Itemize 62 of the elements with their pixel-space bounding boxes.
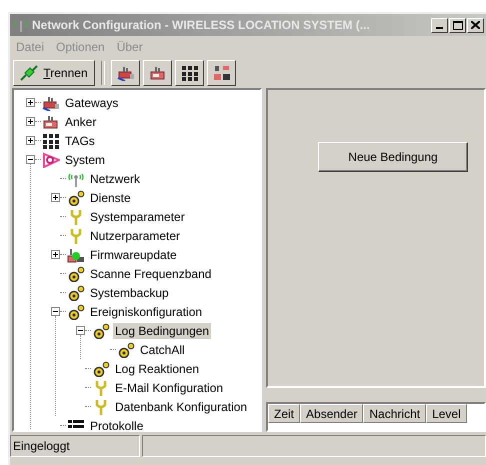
column-header[interactable]: Level — [426, 404, 467, 423]
column-header[interactable]: Zeit — [268, 404, 300, 423]
tree-item[interactable]: Protokolle — [88, 418, 146, 430]
maximize-button[interactable] — [449, 18, 466, 32]
tree-item[interactable]: E-Mail Konfiguration — [113, 380, 226, 396]
gateway-device-icon — [116, 65, 134, 81]
list-icon — [67, 418, 85, 430]
tree-item[interactable]: TAGs — [63, 132, 97, 148]
tree-item[interactable]: System — [63, 152, 108, 168]
anchor-device-icon — [42, 114, 60, 130]
gears-icon — [67, 190, 85, 206]
tree-item[interactable]: Dienste — [88, 190, 133, 206]
plug-icon — [20, 65, 38, 81]
maximize-icon — [452, 20, 462, 30]
gateway-device-icon — [42, 94, 60, 110]
tree-item[interactable]: Log Reaktionen — [113, 360, 202, 376]
firmware-toolbar-button[interactable] — [207, 60, 236, 86]
tree-item[interactable]: Firmwareupdate — [88, 246, 179, 262]
gears-icon — [117, 342, 135, 358]
gears-icon — [67, 266, 85, 282]
expand-toggle[interactable] — [26, 117, 35, 126]
tree-item[interactable]: Datenbank Konfiguration — [113, 398, 250, 414]
close-button[interactable] — [467, 18, 484, 32]
antenna-icon — [14, 18, 28, 32]
status-text: Eingeloggt — [10, 435, 140, 457]
tree-item[interactable]: Anker — [63, 114, 98, 130]
firmware-device-icon — [67, 246, 85, 262]
new-condition-button[interactable]: Neue Bedingung — [318, 142, 468, 172]
disconnect-button[interactable]: Trennen — [13, 60, 95, 86]
anchor-device-icon — [148, 65, 166, 81]
gateway-toolbar-button[interactable] — [111, 60, 140, 86]
tree-item[interactable]: Scanne Frequenzband — [88, 266, 214, 282]
expand-toggle[interactable] — [26, 136, 35, 145]
expand-toggle[interactable] — [51, 307, 60, 316]
close-icon — [471, 21, 480, 29]
minimize-button[interactable] — [431, 18, 448, 32]
expand-toggle[interactable] — [76, 326, 85, 335]
tree-item[interactable]: Ereigniskonfiguration — [88, 304, 204, 320]
tree-item[interactable]: Systembackup — [88, 284, 171, 300]
column-header[interactable]: Absender — [300, 404, 364, 423]
gears-icon — [92, 360, 110, 376]
gears-icon — [67, 304, 85, 320]
expand-toggle[interactable] — [26, 155, 35, 164]
tree-item[interactable]: Nutzerparameter — [88, 228, 182, 244]
expand-toggle[interactable] — [26, 98, 35, 107]
gears-icon — [67, 284, 85, 300]
devices-icon — [212, 65, 230, 81]
system-triangle-icon — [42, 152, 60, 168]
tree-item[interactable]: Log Bedingungen — [113, 322, 212, 338]
column-header[interactable]: Nachricht — [363, 404, 426, 423]
tags-toolbar-button[interactable] — [175, 60, 204, 86]
tags-grid-icon — [42, 132, 60, 148]
gears-icon — [92, 322, 110, 338]
expand-toggle[interactable] — [51, 250, 60, 259]
window-title: Network Configuration - WIRELESS LOCATION SYSTEM (... — [32, 18, 371, 32]
tree-item[interactable]: Systemparameter — [88, 208, 187, 224]
tree-item[interactable]: CatchAll — [138, 342, 187, 358]
tree-item[interactable]: Netzwerk — [88, 170, 142, 186]
expand-toggle[interactable] — [51, 193, 60, 202]
anchor-toolbar-button[interactable] — [143, 60, 172, 86]
tree-item[interactable]: Gateways — [63, 94, 120, 110]
tags-grid-icon — [180, 65, 198, 81]
